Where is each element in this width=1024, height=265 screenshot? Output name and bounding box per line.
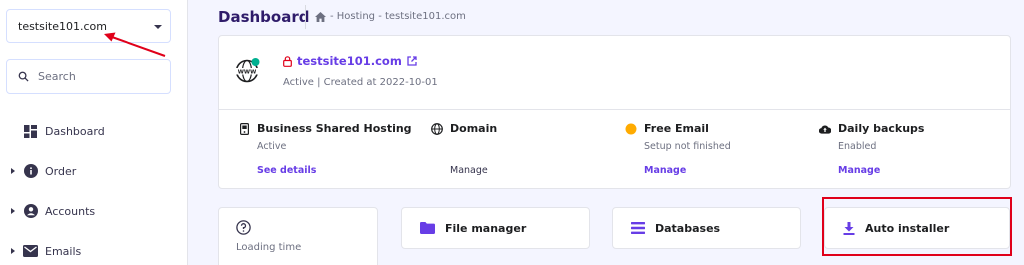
feature-title: Domain bbox=[450, 122, 498, 135]
cloud-upload-icon bbox=[819, 123, 831, 135]
feature-status: Enabled bbox=[838, 141, 877, 152]
loading-time-tile: Loading time bbox=[218, 207, 378, 265]
file-manager-label: File manager bbox=[445, 221, 527, 235]
annotation-arrow bbox=[104, 32, 166, 57]
feature-title: Free Email bbox=[644, 122, 709, 135]
feature-email: Free Email Setup not finished Manage bbox=[625, 122, 731, 176]
sidebar-item-label: Dashboard bbox=[45, 124, 105, 138]
feature-status: Setup not finished bbox=[644, 141, 731, 152]
home-icon[interactable] bbox=[315, 11, 326, 22]
feature-status: Active bbox=[257, 141, 287, 152]
lock-icon bbox=[283, 55, 292, 67]
feature-domain: Domain Manage bbox=[431, 122, 497, 176]
manage-domain-link[interactable]: Manage bbox=[450, 165, 497, 176]
sidebar-item-accounts[interactable]: Accounts bbox=[0, 199, 188, 223]
folder-icon bbox=[420, 222, 435, 234]
loading-time-label: Loading time bbox=[236, 242, 302, 253]
database-icon bbox=[631, 222, 645, 234]
sidebar-item-dashboard[interactable]: Dashboard bbox=[0, 119, 188, 143]
chevron-right-icon bbox=[11, 168, 15, 174]
sidebar-item-label: Order bbox=[45, 164, 77, 178]
sidebar-item-label: Emails bbox=[45, 244, 82, 258]
manage-email-link[interactable]: Manage bbox=[644, 165, 731, 176]
feature-backups: Daily backups Enabled Manage bbox=[819, 122, 924, 176]
info-icon bbox=[23, 164, 38, 179]
search-placeholder: Search bbox=[38, 70, 76, 83]
site-domain-row: testsite101.com bbox=[283, 54, 417, 68]
feature-status bbox=[450, 141, 497, 152]
warning-dot-icon bbox=[625, 123, 637, 135]
external-link-icon[interactable] bbox=[407, 56, 417, 66]
site-domain-link[interactable]: testsite101.com bbox=[297, 54, 402, 68]
manage-backups-link[interactable]: Manage bbox=[838, 165, 924, 176]
breadcrumb: - Hosting - testsite101.com bbox=[315, 11, 466, 22]
mail-icon bbox=[23, 244, 38, 259]
header-divider bbox=[305, 5, 306, 29]
chevron-right-icon bbox=[11, 248, 15, 254]
sidebar-item-label: Accounts bbox=[45, 204, 96, 218]
globe-icon bbox=[431, 122, 443, 135]
user-icon bbox=[23, 204, 38, 219]
dashboard-icon bbox=[23, 124, 38, 139]
site-status: Active | Created at 2022-10-01 bbox=[283, 77, 438, 88]
search-icon bbox=[18, 71, 29, 82]
feature-title: Daily backups bbox=[838, 122, 925, 135]
sidebar-item-order[interactable]: Order bbox=[0, 159, 188, 183]
server-icon bbox=[238, 122, 250, 135]
page-title: Dashboard bbox=[218, 8, 310, 26]
site-overview-card: WWW testsite101.com Active | Created at … bbox=[218, 35, 1011, 189]
file-manager-button[interactable]: File manager bbox=[401, 207, 590, 249]
databases-label: Databases bbox=[655, 221, 721, 235]
databases-button[interactable]: Databases bbox=[612, 207, 801, 249]
www-globe-icon: WWW bbox=[235, 58, 260, 83]
help-circle-icon[interactable] bbox=[236, 220, 251, 235]
svg-text:WWW: WWW bbox=[238, 70, 257, 76]
see-details-link[interactable]: See details bbox=[257, 165, 412, 176]
card-divider bbox=[219, 109, 1010, 110]
feature-title: Business Shared Hosting bbox=[257, 122, 412, 135]
feature-hosting-plan: Business Shared Hosting Active See detai… bbox=[238, 122, 412, 176]
chevron-right-icon bbox=[11, 208, 15, 214]
breadcrumb-path: - Hosting - testsite101.com bbox=[330, 11, 466, 22]
annotation-highlight-box bbox=[822, 197, 1012, 256]
sidebar-item-emails[interactable]: Emails bbox=[0, 239, 188, 263]
